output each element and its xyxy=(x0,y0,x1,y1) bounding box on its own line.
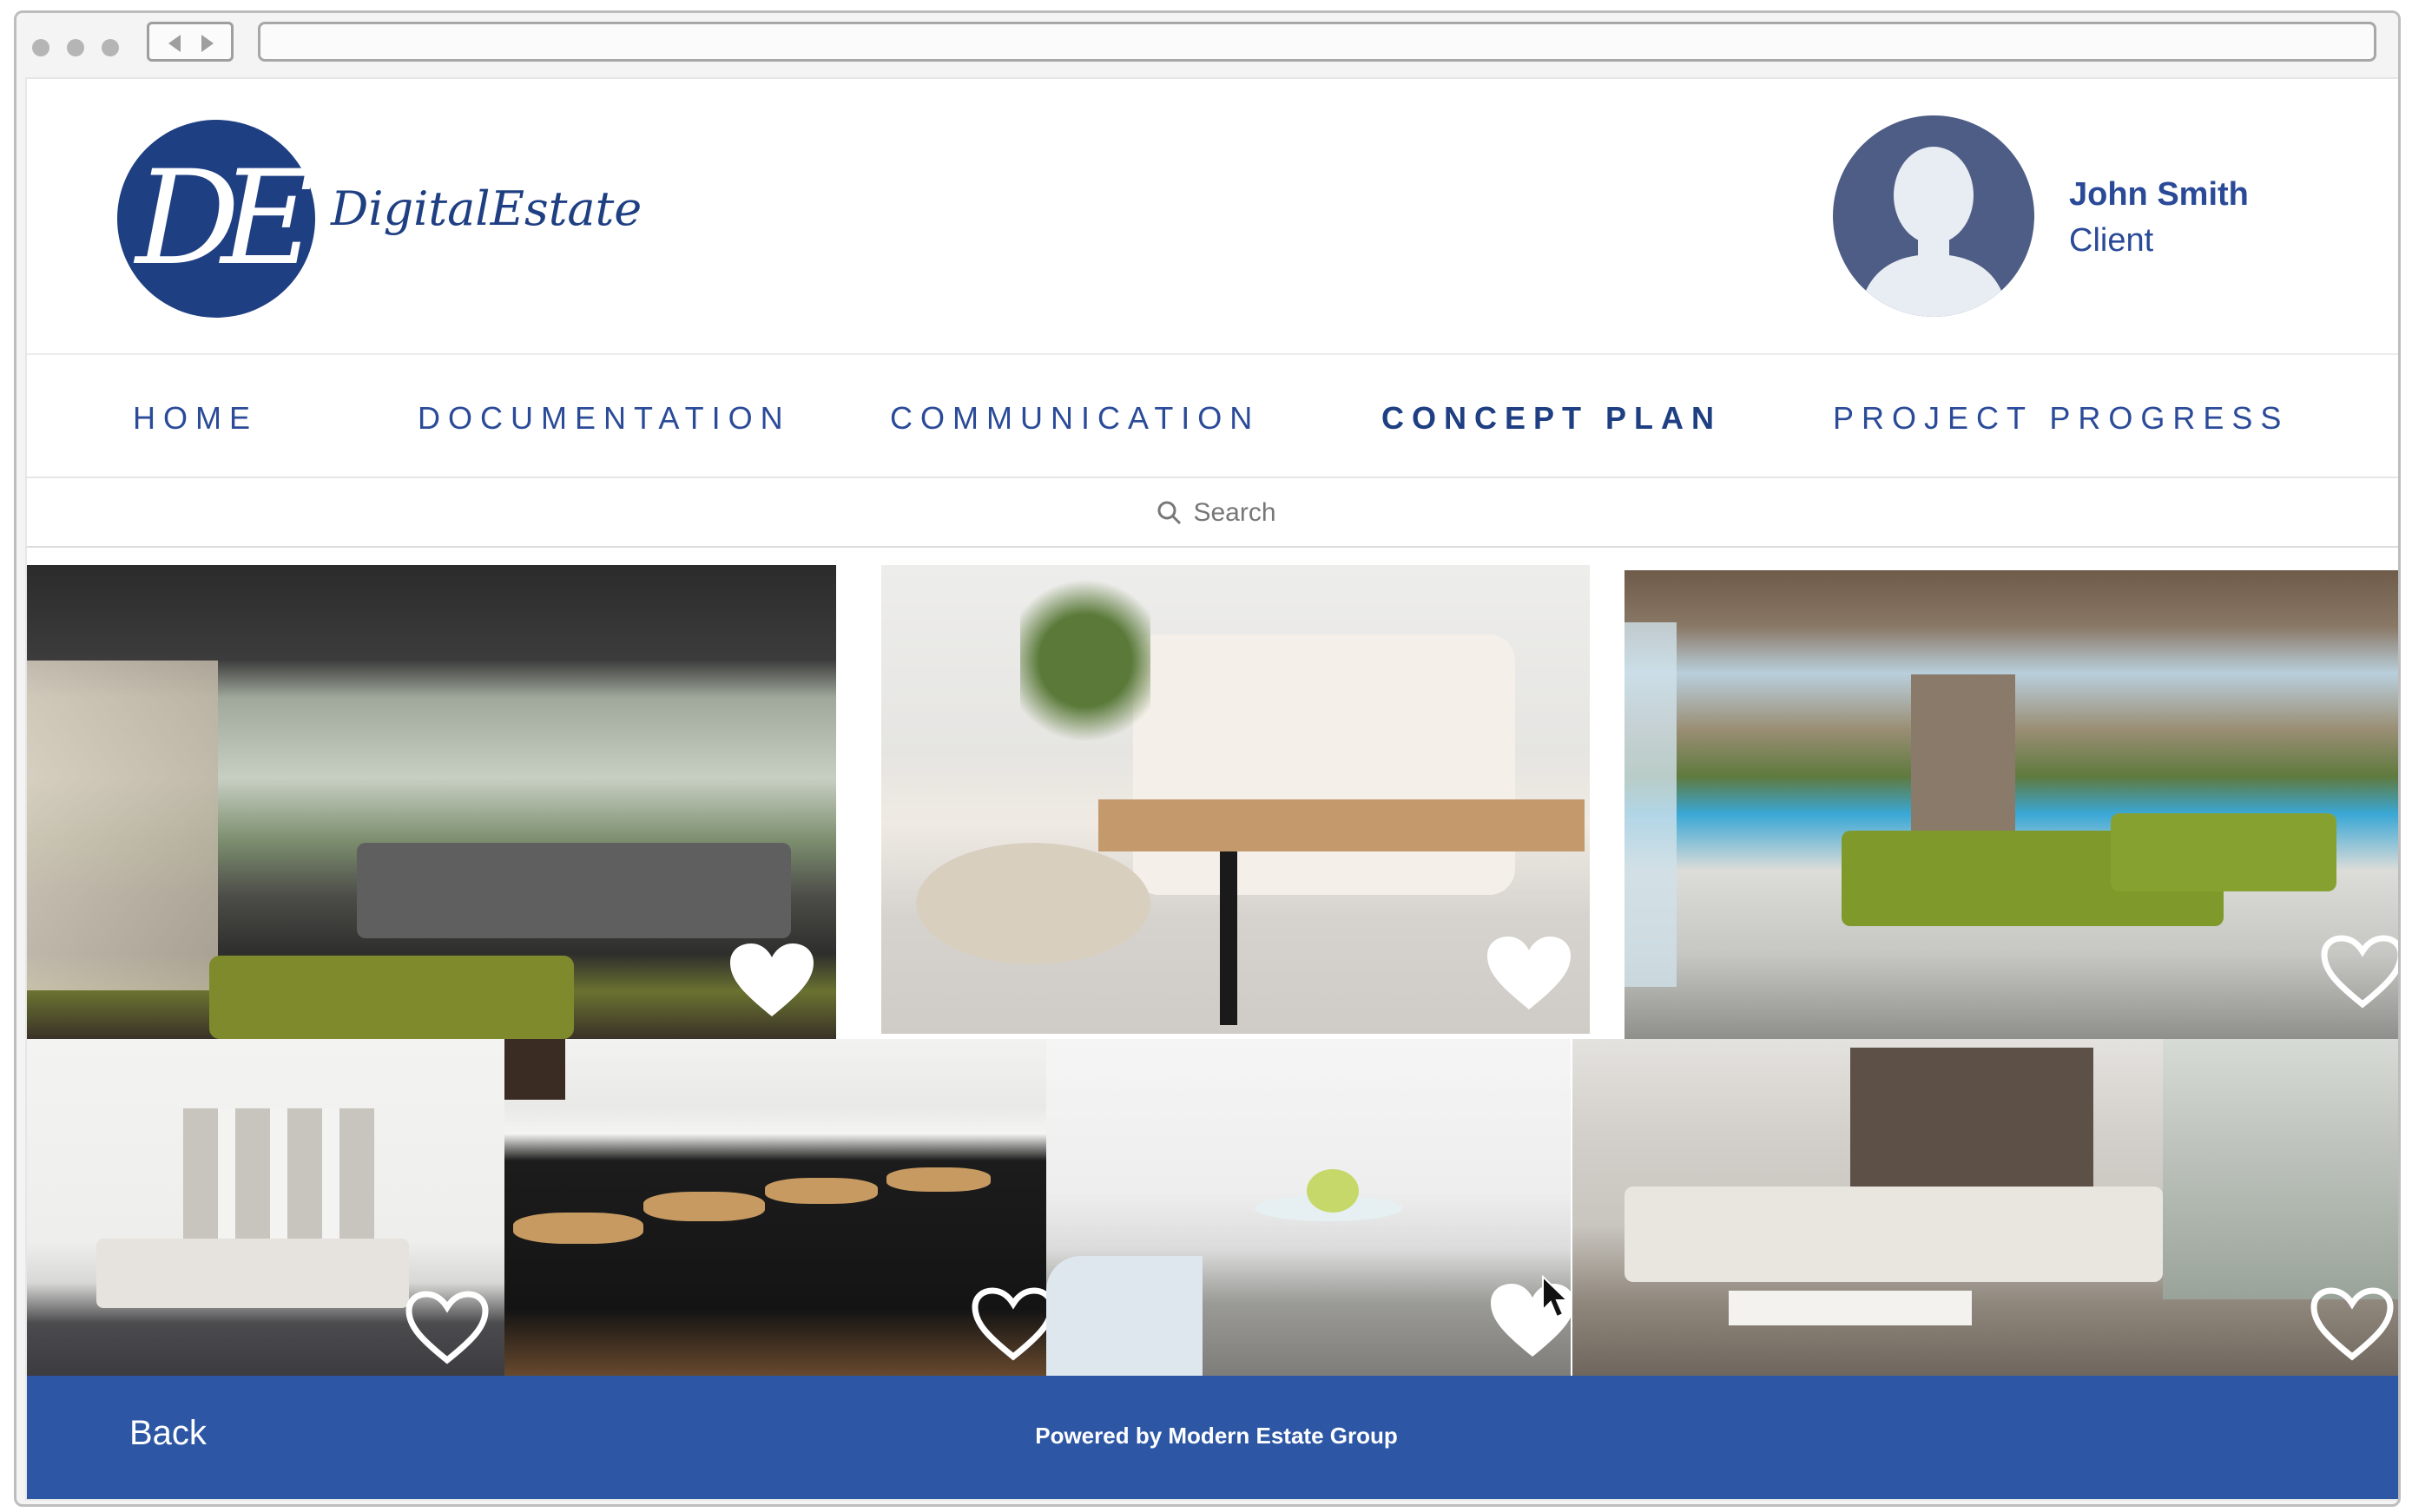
brand-logo[interactable]: DE xyxy=(117,120,316,318)
gallery-tile-living-room[interactable] xyxy=(27,565,836,1039)
nav-home[interactable]: HOME xyxy=(133,400,258,437)
search-placeholder: Search xyxy=(1193,498,1276,527)
gallery-tile-poolside-lounge[interactable] xyxy=(1624,570,2398,1039)
favorite-heart-icon[interactable] xyxy=(1484,933,1574,1013)
search-bar[interactable]: Search xyxy=(27,480,2398,548)
back-arrow-icon[interactable] xyxy=(168,35,181,52)
nav-communication[interactable]: COMMUNICATION xyxy=(890,400,1260,437)
browser-history-buttons xyxy=(147,22,234,62)
powered-by-text: Powered by Modern Estate Group xyxy=(1035,1423,1398,1449)
favorite-heart-outline-icon[interactable] xyxy=(2307,1284,2397,1364)
forward-arrow-icon[interactable] xyxy=(201,35,214,52)
gallery-tile-white-sectional[interactable] xyxy=(1572,1039,2398,1377)
logo-letters: DE xyxy=(135,143,316,294)
favorite-heart-outline-icon[interactable] xyxy=(2317,931,2398,1011)
nav-concept-plan[interactable]: CONCEPT PLAN xyxy=(1381,400,1722,437)
mouse-cursor-icon xyxy=(1541,1274,1571,1325)
maximize-window-dot[interactable] xyxy=(102,39,119,56)
nav-documentation[interactable]: DOCUMENTATION xyxy=(418,400,791,437)
main-nav: HOME DOCUMENTATION COMMUNICATION CONCEPT… xyxy=(27,357,2398,478)
page: DE DigitalEstate John Smith Client HOME … xyxy=(25,77,2398,1501)
gallery-tile-dining-kitchen[interactable] xyxy=(1046,1039,1571,1377)
person-silhouette-icon xyxy=(1859,147,2008,317)
gallery-tile-kitchen-bar[interactable] xyxy=(504,1039,1046,1377)
favorite-heart-icon[interactable] xyxy=(727,940,817,1020)
user-role: Client xyxy=(2069,222,2154,259)
close-window-dot[interactable] xyxy=(32,39,49,56)
user-avatar[interactable] xyxy=(1833,115,2034,317)
search-icon xyxy=(1157,500,1183,526)
gallery-tile-bedroom[interactable] xyxy=(881,565,1590,1034)
browser-window: DE DigitalEstate John Smith Client HOME … xyxy=(14,10,2401,1507)
site-header: DE DigitalEstate John Smith Client xyxy=(27,79,2398,355)
address-bar[interactable] xyxy=(258,22,2376,62)
favorite-heart-outline-icon[interactable] xyxy=(968,1284,1046,1364)
minimize-window-dot[interactable] xyxy=(67,39,84,56)
user-name[interactable]: John Smith xyxy=(2069,176,2249,214)
site-footer: Back Powered by Modern Estate Group xyxy=(27,1376,2398,1499)
nav-project-progress[interactable]: PROJECT PROGRESS xyxy=(1833,400,2289,437)
gallery-tile-gallery-wall[interactable] xyxy=(27,1039,504,1377)
favorite-heart-outline-icon[interactable] xyxy=(402,1287,492,1367)
brand-name[interactable]: DigitalEstate xyxy=(331,181,642,236)
browser-titlebar xyxy=(16,13,2398,76)
